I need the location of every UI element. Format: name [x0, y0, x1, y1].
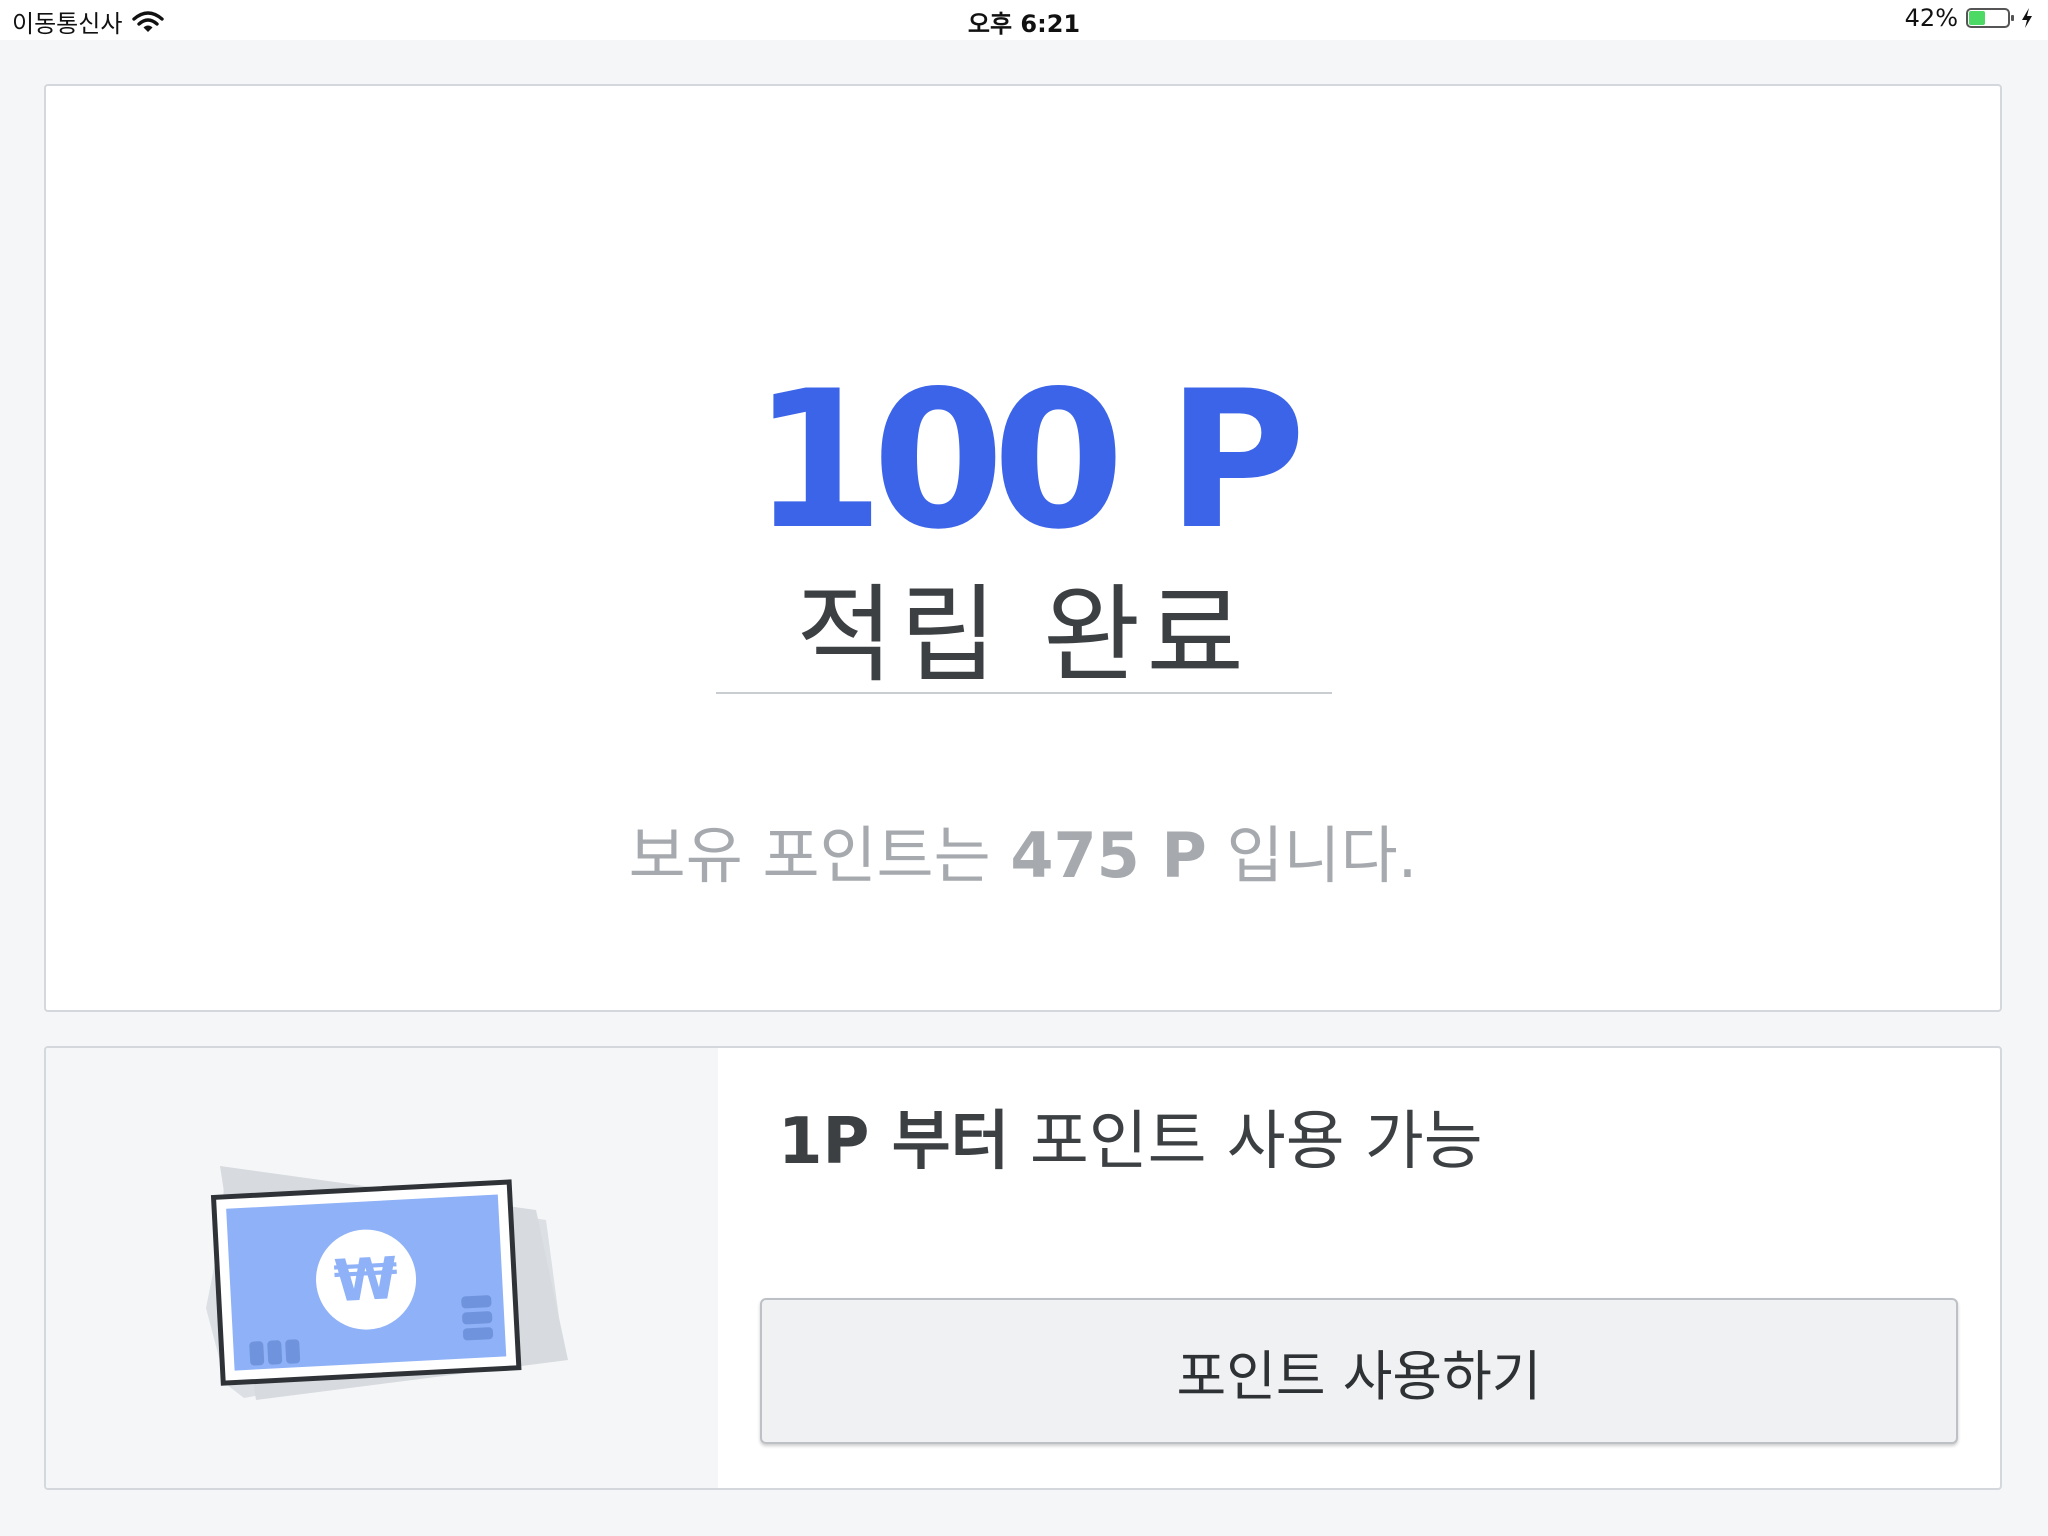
- battery-icon: [1966, 8, 2014, 28]
- points-earned: 100 P: [751, 350, 1306, 571]
- status-time: 오후 6:21: [967, 10, 1081, 38]
- battery-percent: 42%: [1904, 4, 1958, 32]
- use-points-button[interactable]: 포인트 사용하기: [760, 1298, 1958, 1444]
- balance-suffix: 입니다.: [1226, 819, 1418, 892]
- points-usage-card: ₩ 1P 부터 포인트 사용 가능 포인트 사용하기: [44, 1046, 2002, 1490]
- balance-value: 475 P: [1010, 819, 1207, 892]
- usage-info: 1P 부터 포인트 사용 가능: [778, 1102, 1483, 1182]
- usage-info-label: 포인트 사용 가능: [1029, 1105, 1483, 1179]
- points-result-card: 100 P 적립 완료 보유 포인트는 475 P 입니다.: [44, 84, 2002, 1012]
- charging-bolt-icon: [2022, 8, 2032, 28]
- earned-label: 적립 완료: [796, 574, 1250, 697]
- won-banknote-icon: ₩: [206, 1166, 568, 1400]
- balance-prefix: 보유 포인트는: [628, 819, 991, 892]
- illustration-panel: ₩: [46, 1048, 718, 1488]
- battery-fill: [1969, 11, 1985, 25]
- balance-message: 보유 포인트는 475 P 입니다.: [46, 816, 2000, 896]
- divider: [716, 692, 1332, 694]
- usage-min-label: 1P 부터: [778, 1105, 1010, 1179]
- status-bar: 이동통신사 오후 6:21 42%: [0, 0, 2048, 40]
- status-right: 42%: [1905, 4, 2034, 32]
- svg-text:₩: ₩: [332, 1244, 399, 1315]
